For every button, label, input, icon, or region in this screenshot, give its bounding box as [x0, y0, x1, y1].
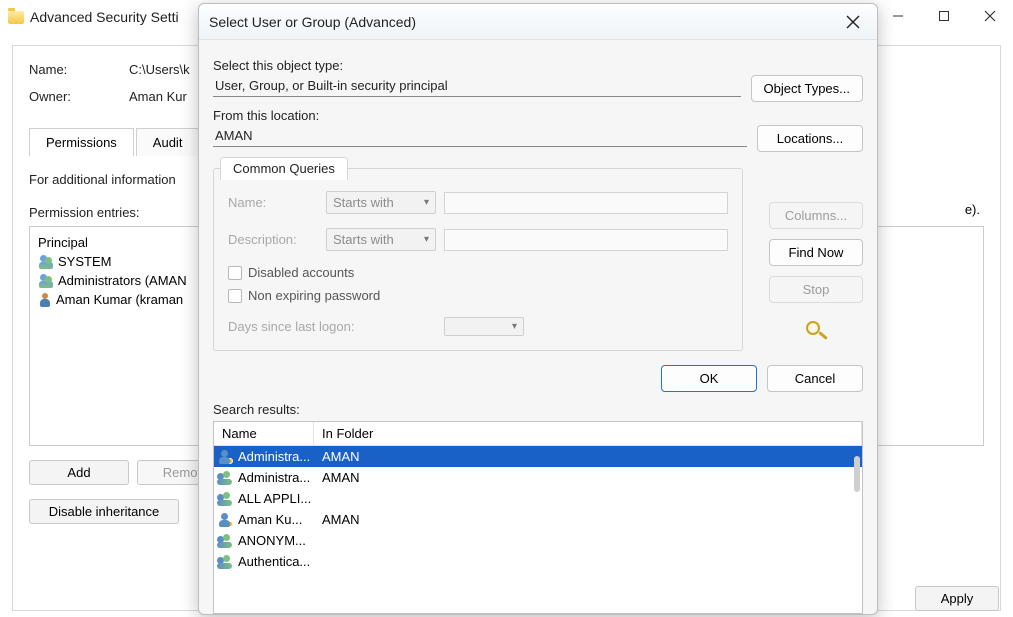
close-button[interactable] [967, 0, 1013, 32]
cq-name-label: Name: [228, 195, 318, 210]
common-queries-group: Common Queries Name: Starts with ▾ Descr… [213, 168, 743, 351]
result-name: ALL APPLI... [236, 491, 316, 506]
scrollbar-thumb[interactable] [854, 456, 860, 492]
columns-button[interactable]: Columns... [769, 202, 863, 229]
object-types-button[interactable]: Object Types... [751, 75, 863, 102]
bg-window-title: Advanced Security Setti [30, 9, 179, 25]
cq-name-combo: Starts with ▾ [326, 191, 436, 214]
tab-permissions[interactable]: Permissions [29, 128, 134, 156]
result-folder: AMAN [316, 470, 360, 485]
cq-desc-combo: Starts with ▾ [326, 228, 436, 251]
name-label: Name: [29, 62, 129, 77]
cq-desc-label: Description: [228, 232, 318, 247]
non-expiring-label: Non expiring password [248, 288, 380, 303]
folder-icon [8, 11, 24, 24]
group-icon [214, 534, 236, 548]
principal-name: SYSTEM [58, 254, 111, 269]
result-row[interactable]: Aman Ku...AMAN [214, 509, 862, 530]
principal-name: Administrators (AMAN [58, 273, 187, 288]
cancel-button[interactable]: Cancel [767, 365, 863, 392]
maximize-button[interactable] [921, 0, 967, 32]
cq-name-text [444, 192, 728, 214]
tab-auditing[interactable]: Audit [136, 128, 200, 156]
locations-button[interactable]: Locations... [757, 125, 863, 152]
col-name[interactable]: Name [214, 422, 314, 445]
owner-label: Owner: [29, 89, 129, 104]
group-icon [214, 471, 236, 485]
non-expiring-checkbox: Non expiring password [228, 288, 728, 303]
minimize-button[interactable] [875, 0, 921, 32]
result-folder: AMAN [316, 449, 360, 464]
right-button-column: Columns... Find Now Stop [769, 202, 863, 343]
result-folder: AMAN [316, 512, 360, 527]
bg-window-controls [875, 0, 1013, 32]
dialog-close-button[interactable] [839, 8, 867, 36]
group-icon [38, 255, 54, 269]
search-results-label: Search results: [213, 402, 863, 417]
chevron-down-icon: ▾ [512, 321, 517, 332]
checkbox-icon [228, 289, 242, 303]
group-icon [214, 492, 236, 506]
result-name: Administra... [236, 470, 316, 485]
find-now-button[interactable]: Find Now [769, 239, 863, 266]
disabled-accounts-checkbox: Disabled accounts [228, 265, 728, 280]
result-name: Authentica... [236, 554, 316, 569]
result-row[interactable]: Administra...AMAN [214, 467, 862, 488]
days-since-label: Days since last logon: [228, 319, 436, 334]
object-type-field[interactable] [213, 75, 741, 97]
search-results-list[interactable]: Name In Folder Administra...AMANAdminist… [213, 421, 863, 614]
group-icon [38, 274, 54, 288]
user-icon [38, 293, 52, 307]
result-name: ANONYM... [236, 533, 316, 548]
location-field[interactable] [213, 125, 747, 147]
days-since-combo: ▾ [444, 317, 524, 336]
result-row[interactable]: Administra...AMAN [214, 446, 862, 467]
common-queries-tab[interactable]: Common Queries [220, 157, 348, 180]
add-button[interactable]: Add [29, 460, 129, 485]
select-user-or-group-dialog: Select User or Group (Advanced) Select t… [198, 3, 878, 615]
cq-desc-combo-text: Starts with [333, 232, 394, 247]
stop-button[interactable]: Stop [769, 276, 863, 303]
location-label: From this location: [213, 108, 863, 123]
dialog-title: Select User or Group (Advanced) [209, 14, 416, 30]
principal-name: Aman Kumar (kraman [56, 292, 183, 307]
name-value: C:\Users\k [129, 62, 190, 77]
disabled-accounts-label: Disabled accounts [248, 265, 354, 280]
result-row[interactable]: ANONYM... [214, 530, 862, 551]
result-name: Administra... [236, 449, 316, 464]
chevron-down-icon: ▾ [424, 234, 429, 245]
ok-button[interactable]: OK [661, 365, 757, 392]
chevron-down-icon: ▾ [424, 197, 429, 208]
bg-hint-fragment: e). [965, 202, 980, 217]
user-icon [214, 513, 236, 527]
apply-button[interactable]: Apply [915, 586, 999, 611]
checkbox-icon [228, 266, 242, 280]
group-icon [214, 555, 236, 569]
cq-name-combo-text: Starts with [333, 195, 394, 210]
dialog-titlebar[interactable]: Select User or Group (Advanced) [199, 4, 877, 40]
results-header: Name In Folder [214, 422, 862, 446]
result-row[interactable]: ALL APPLI... [214, 488, 862, 509]
user-icon [214, 450, 236, 464]
object-type-label: Select this object type: [213, 58, 863, 73]
result-name: Aman Ku... [236, 512, 316, 527]
col-in-folder[interactable]: In Folder [314, 422, 862, 445]
disable-inheritance-button[interactable]: Disable inheritance [29, 499, 179, 524]
result-row[interactable]: Authentica... [214, 551, 862, 572]
search-icon [802, 319, 830, 343]
cq-desc-text [444, 229, 728, 251]
owner-value: Aman Kur [129, 89, 187, 104]
